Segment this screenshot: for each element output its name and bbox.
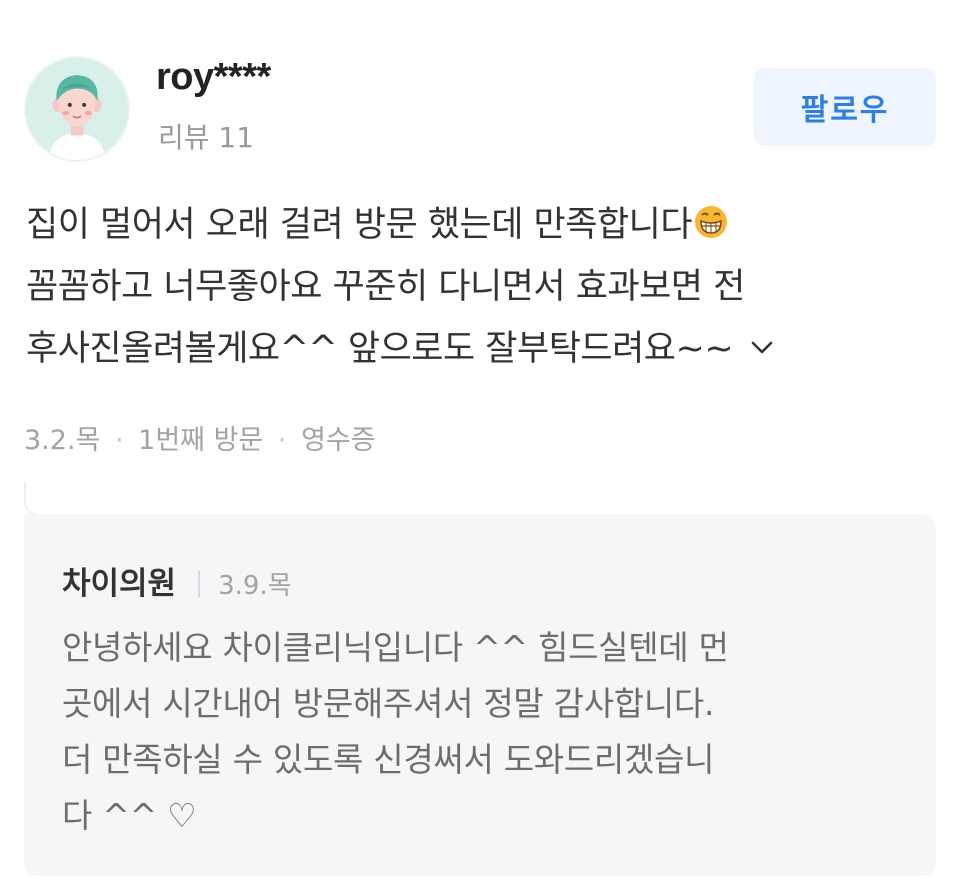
meta-separator: ·: [277, 425, 287, 456]
review-body-line: 꼼꼼하고 너무좋아요 꾸준히 다니면서 효과보면 전: [26, 267, 745, 307]
meta-separator: ·: [114, 425, 124, 456]
visit-count: 1번째 방문: [138, 425, 264, 456]
review-body-text: 후사진올려볼게요^^ 앞으로도 잘부탁드려요~~: [26, 329, 734, 369]
follow-button[interactable]: 팔로우: [754, 68, 936, 146]
grinning-face-icon: [695, 206, 728, 238]
reply-author: 차이의원: [62, 566, 177, 602]
review-count: 리뷰 11: [158, 121, 255, 154]
review-date: 3.2.목: [24, 425, 101, 456]
reply-header: 차이의원 3.9.목: [62, 558, 292, 603]
reply-date: 3.9.목: [218, 571, 292, 601]
review-header: roy**** 리뷰 11 팔로우: [24, 52, 942, 164]
review-body-text: 집이 멀어서 오래 걸려 방문 했는데 만족합니다: [26, 205, 693, 245]
reply-line: 안녕하세요 차이클리닉입니다 ^^ 힘드실텐데 먼: [62, 628, 729, 667]
reply-line: 더 만족하실 수 있도록 신경써서 도와드리겠습니: [62, 740, 715, 779]
avatar-illustration-icon: [26, 58, 128, 160]
reply-divider: [198, 571, 201, 597]
reply-line: 다 ^^ ♡: [62, 796, 197, 835]
reply-connector: [24, 482, 38, 516]
reply-body: 안녕하세요 차이클리닉입니다 ^^ 힘드실텐데 먼 곳에서 시간내어 방문해주셔…: [62, 620, 922, 844]
review-card: roy**** 리뷰 11 팔로우 집이 멀어서 오래 걸려 방문 했는데 만족…: [0, 0, 966, 878]
review-body[interactable]: 집이 멀어서 오래 걸려 방문 했는데 만족합니다 꼼꼼하고 너무좋아요 꾸준히…: [26, 194, 926, 380]
username[interactable]: roy****: [156, 56, 271, 99]
review-meta: 3.2.목 · 1번째 방문 · 영수증: [24, 418, 376, 457]
chevron-down-icon[interactable]: [747, 332, 777, 362]
reply-line: 곳에서 시간내어 방문해주셔서 정말 감사합니다.: [62, 684, 715, 723]
review-body-line: 후사진올려볼게요^^ 앞으로도 잘부탁드려요~~: [26, 318, 926, 380]
owner-reply: 차이의원 3.9.목 안녕하세요 차이클리닉입니다 ^^ 힘드실텐데 먼 곳에서 …: [24, 514, 936, 876]
receipt-badge: 영수증: [301, 425, 376, 456]
review-body-line: 집이 멀어서 오래 걸려 방문 했는데 만족합니다: [26, 194, 926, 256]
user-avatar[interactable]: [24, 56, 130, 162]
